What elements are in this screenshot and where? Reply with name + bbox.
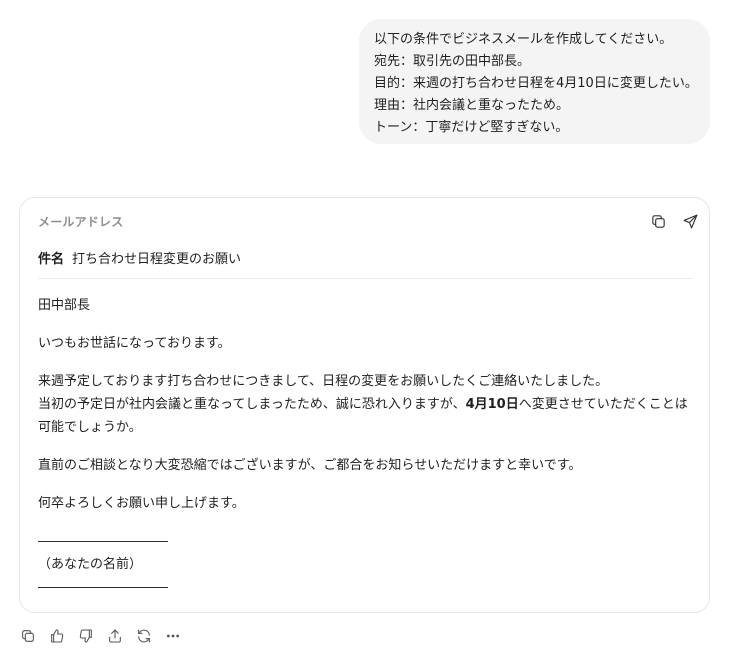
- user-message-line: トーン：丁寧だけど堅すぎない。: [374, 120, 569, 135]
- email-body[interactable]: 田中部長 いつもお世話になっております。 来週予定しております打ち合わせにつきま…: [38, 294, 689, 599]
- signature-rule-bottom: ――――――――――: [38, 580, 168, 595]
- user-message-line: 目的：来週の打ち合わせ日程を4月10日に変更したい。: [374, 76, 698, 91]
- copy-icon[interactable]: [19, 627, 37, 645]
- signature-rule-top: ――――――――――: [38, 534, 168, 549]
- subject-row: 件名 打ち合わせ日程変更のお願い: [38, 248, 241, 267]
- opening-line: いつもお世話になっております。: [38, 336, 231, 351]
- subject-label: 件名: [38, 252, 65, 267]
- regenerate-icon[interactable]: [135, 627, 153, 645]
- send-icon[interactable]: [681, 212, 699, 230]
- email-draft-card: メールアドレス 件名 打ち合わせ日程変更のお願い 田中部長 いつもお世話になってお…: [19, 197, 710, 613]
- copy-icon[interactable]: [649, 212, 667, 230]
- body-paragraph-2: 直前のご相談となり大変恐縮ではございますが、ご都合をお知らせいただけますと幸いで…: [38, 458, 582, 473]
- user-message-line: 理由：社内会議と重なったため。: [374, 98, 570, 113]
- share-icon[interactable]: [106, 627, 124, 645]
- thumbs-down-icon[interactable]: [77, 627, 95, 645]
- user-message-line: 以下の条件でビジネスメールを作成してください。: [374, 32, 673, 47]
- para1-line1: 来週予定しております打ち合わせにつきまして、日程の変更をお願いしたくご連絡いたし…: [38, 374, 609, 389]
- response-actions: [19, 627, 182, 645]
- user-message-line: 宛先：取引先の田中部長。: [374, 54, 531, 69]
- greeting: 田中部長: [38, 298, 91, 313]
- new-date: 4月10日: [465, 397, 519, 412]
- para1-line2-pre: 当初の予定日が社内会議と重なってしまったため、誠に恐れ入りますが、: [38, 397, 466, 412]
- card-actions: [649, 212, 699, 230]
- closing-line: 何卒よろしくお願い申し上げます。: [38, 496, 245, 511]
- thumbs-up-icon[interactable]: [48, 627, 66, 645]
- divider: [38, 278, 693, 279]
- more-icon[interactable]: [164, 627, 182, 645]
- signature-name: （あなたの名前）: [38, 557, 143, 572]
- subject-value[interactable]: 打ち合わせ日程変更のお願い: [72, 252, 241, 267]
- email-address-label: メールアドレス: [38, 215, 124, 229]
- body-paragraph-1: 来週予定しております打ち合わせにつきまして、日程の変更をお願いしたくご連絡いたし…: [38, 370, 689, 439]
- user-message-bubble: 以下の条件でビジネスメールを作成してください。 宛先：取引先の田中部長。 目的：…: [359, 19, 710, 144]
